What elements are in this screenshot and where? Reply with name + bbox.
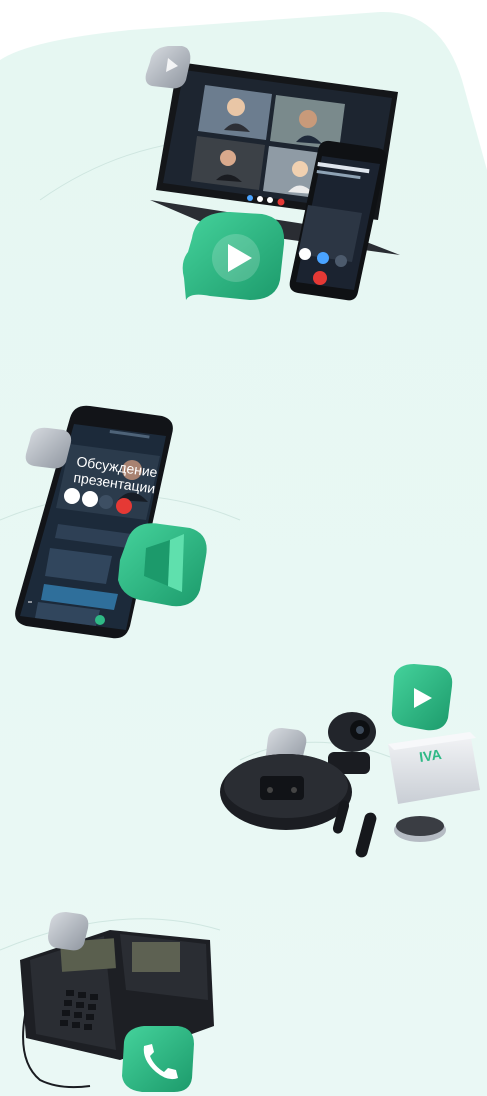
expansion-mic [394, 816, 446, 842]
promo-illustration: Обсуждение презентации IVA [0, 11, 487, 1096]
send-icon[interactable] [95, 615, 105, 625]
play-badge-icon-2 [391, 664, 453, 731]
video-tile-1 [198, 85, 272, 140]
screen-share-icon[interactable] [99, 495, 113, 509]
iva-logo: IVA [418, 746, 442, 765]
ptz-camera [328, 712, 376, 774]
mute-icon[interactable] [299, 248, 311, 260]
phone-badge-silver-icon [48, 912, 89, 951]
mic-icon[interactable] [64, 488, 80, 504]
phone-badge-icon [122, 1026, 194, 1092]
play-badge-silver-icon-2 [25, 427, 72, 469]
play-badge-icon [182, 212, 285, 300]
video-toggle-icon[interactable] [82, 491, 98, 507]
speakerphone [220, 754, 352, 830]
megaphone-icon [118, 523, 207, 607]
decline-call-icon-2[interactable] [116, 498, 132, 514]
decline-call-icon[interactable] [313, 271, 327, 285]
video-icon[interactable] [317, 252, 329, 264]
more-icon[interactable] [335, 255, 347, 267]
video-tile-3 [191, 136, 265, 190]
